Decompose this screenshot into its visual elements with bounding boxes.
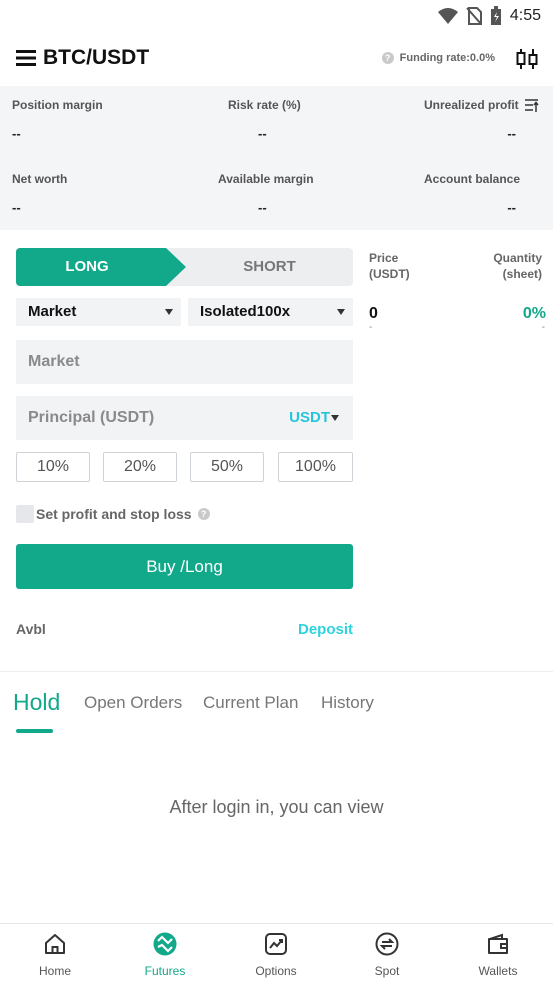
nav-wallets[interactable]: Wallets [443,924,553,983]
battery-icon [490,6,501,25]
tab-history[interactable]: History [321,693,374,713]
status-bar: 4:55 [0,0,553,32]
nav-futures-label: Futures [144,964,186,978]
nav-home-label: Home [38,964,71,978]
available-margin: Available margin -- [218,172,398,215]
account-balance-value: -- [507,200,516,215]
tab-current-plan[interactable]: Current Plan [203,693,298,713]
long-short-toggle: LONG SHORT [16,248,353,286]
order-type-value: Market [28,303,77,320]
order-book-price-header: Price (USDT) [369,250,410,282]
risk-rate: Risk rate (%) -- [228,98,408,141]
caret-down-icon [331,415,339,422]
nav-home[interactable]: Home [0,924,110,983]
status-time: 4:55 [509,7,541,24]
tpsl-row: Set profit and stop loss ? [16,505,210,523]
net-worth-value: -- [12,200,21,215]
unrealized-profit-value: -- [507,126,516,141]
wifi-icon [437,8,458,24]
status-icons: 4:55 [437,6,541,26]
menu-icon[interactable] [16,49,36,67]
header: BTC/USDT ? Funding rate:0.0% [0,40,553,78]
unrealized-profit-label: Unrealized profit [424,98,519,112]
net-worth: Net worth -- [12,172,192,215]
available-margin-value: -- [258,200,267,215]
no-sim-icon [466,7,482,25]
long-tab[interactable]: LONG [16,248,186,286]
pct-10-button[interactable]: 10% [16,452,90,482]
qty-header-line1: Quantity [493,251,542,265]
leverage-select[interactable]: Isolated100x [188,298,353,326]
nav-options[interactable]: Options [221,924,331,983]
caret-down-icon [165,309,173,315]
unit-select[interactable]: USDT [289,396,339,440]
percentage-buttons: 10% 20% 50% 100% [16,452,353,482]
account-summary: Position margin -- Risk rate (%) -- Unre… [0,86,553,230]
wallet-icon [488,933,508,954]
price-header-line2: (USDT) [369,267,410,281]
options-chart-icon [265,933,287,955]
principal-placeholder: Principal (USDT) [28,409,155,426]
tpsl-label[interactable]: Set profit and stop loss [36,506,192,522]
pct-50-button[interactable]: 50% [190,452,264,482]
bottom-nav: Home Futures Options Spot Wallets [0,923,553,983]
short-tab[interactable]: SHORT [186,248,353,286]
long-tab-label: LONG [65,258,109,275]
futures-icon [153,932,177,956]
unit-select-value: USDT [289,409,330,426]
price-change-sub: - [541,322,545,333]
candlestick-chart-icon[interactable] [515,48,539,70]
principal-input[interactable]: Principal (USDT) USDT [16,396,353,440]
price-field-value: Market [28,353,80,370]
login-message: After login in, you can view [169,797,384,817]
caret-down-icon [337,309,345,315]
leverage-value: Isolated100x [200,303,291,320]
deposit-link[interactable]: Deposit [298,621,353,638]
pair-title[interactable]: BTC/USDT [43,46,149,70]
nav-futures[interactable]: Futures [110,924,220,983]
nav-options-label: Options [255,964,297,978]
tab-open-orders[interactable]: Open Orders [84,693,182,713]
price-header-line1: Price [369,251,399,265]
last-price: 0 [369,305,378,322]
unrealized-profit: Unrealized profit -- [424,98,524,141]
last-price-sub: - [369,322,373,333]
net-worth-label: Net worth [12,172,68,186]
divider [0,671,553,672]
account-balance: Account balance -- [424,172,524,215]
pct-100-button[interactable]: 100% [278,452,353,482]
home-icon [45,934,65,954]
help-icon[interactable]: ? [381,52,394,64]
qty-header-line2: (sheet) [502,267,542,281]
risk-rate-label: Risk rate (%) [228,98,301,112]
risk-rate-value: -- [258,126,267,141]
sort-icon[interactable] [525,98,539,112]
price-field[interactable]: Market [16,340,353,384]
spot-exchange-icon [375,932,399,956]
price-change-percent: 0% [522,305,546,322]
position-margin: Position margin -- [12,98,192,141]
help-icon[interactable]: ? [197,508,210,520]
pct-20-button[interactable]: 20% [103,452,177,482]
nav-wallets-label: Wallets [478,964,518,978]
available-label: Avbl [16,621,46,637]
buy-long-button[interactable]: Buy /Long [16,544,353,589]
position-margin-label: Position margin [12,98,103,112]
order-type-select[interactable]: Market [16,298,181,326]
tpsl-checkbox[interactable] [16,505,34,523]
funding-rate: ? Funding rate:0.0% [381,52,495,64]
account-balance-label: Account balance [424,172,521,186]
position-margin-value: -- [12,126,21,141]
funding-rate-text: Funding rate:0.0% [399,52,495,64]
active-tab-indicator [16,729,53,733]
nav-spot-label: Spot [374,964,400,978]
tab-hold[interactable]: Hold [13,689,60,716]
order-book-quantity-header: Quantity (sheet) [493,250,542,282]
available-margin-label: Available margin [218,172,314,186]
nav-spot[interactable]: Spot [332,924,442,983]
